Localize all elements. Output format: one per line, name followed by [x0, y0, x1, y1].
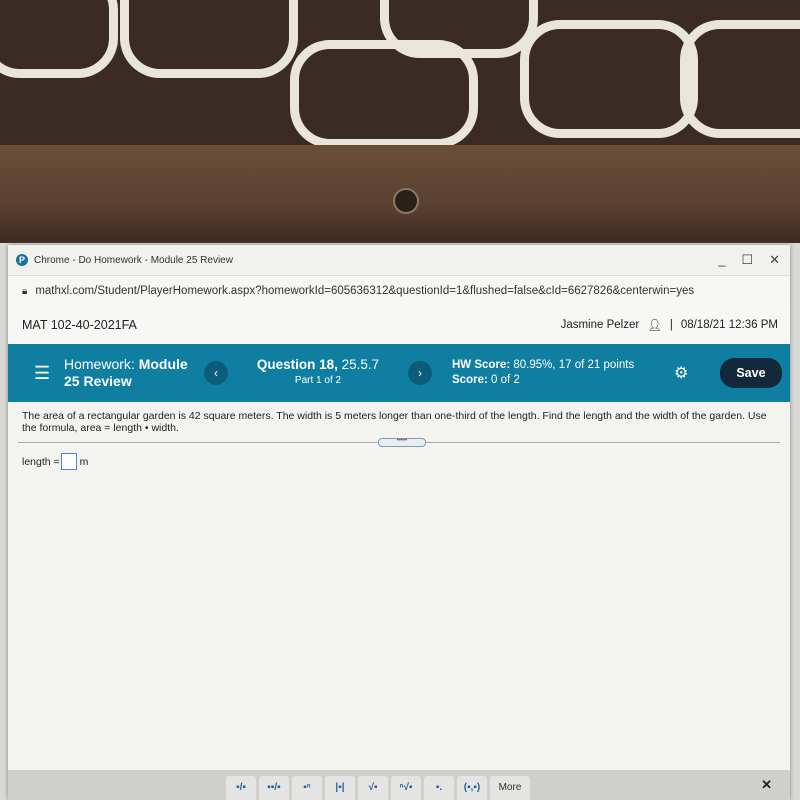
close-button[interactable]: ✕ — [769, 252, 780, 268]
length-input[interactable] — [60, 453, 77, 470]
lock-icon: 🔒︎ — [22, 285, 28, 297]
score-info: HW Score: 80.95%, 17 of 21 points Score:… — [452, 359, 635, 386]
question-text: The area of a rectangular garden is 42 s… — [22, 410, 767, 434]
title-bar: P Chrome - Do Homework - Module 25 Revie… — [8, 245, 790, 275]
datetime: 08/18/21 12:36 PM — [680, 319, 778, 331]
minimize-button[interactable]: _ — [718, 252, 725, 268]
part-indicator: Part 1 of 2 — [294, 375, 342, 386]
decimal-button[interactable]: ▪. — [424, 776, 454, 800]
webcam — [393, 188, 419, 214]
answer-row: length = m — [8, 443, 790, 470]
close-palette-icon[interactable]: ✕ — [761, 777, 772, 793]
laptop-bezel — [0, 145, 800, 245]
resize-handle[interactable]: ••••• — [378, 438, 426, 447]
more-button[interactable]: More — [490, 776, 530, 800]
homework-bar: ☰ Homework: Module 25 Review ‹ Question … — [8, 344, 790, 402]
mixed-number-button[interactable]: ▪▪/▪ — [259, 776, 289, 800]
background-fabric — [0, 0, 800, 150]
square-root-button[interactable]: √▪ — [358, 776, 388, 800]
next-question-button[interactable]: › — [408, 361, 432, 385]
nth-root-button[interactable]: ⁿ√▪ — [391, 776, 421, 800]
divider: ••••• — [18, 438, 780, 447]
separator: | — [669, 319, 673, 331]
question-info: Question 18, 25.5.7 Part 1 of 2 — [228, 357, 408, 389]
address-bar[interactable]: 🔒︎ mathxl.com/Student/PlayerHomework.asp… — [8, 275, 790, 306]
url-text[interactable]: mathxl.com/Student/PlayerHomework.aspx?h… — [35, 285, 694, 297]
user-name[interactable]: Jasmine Pelzer — [561, 319, 640, 331]
maximize-button[interactable]: ☐ — [741, 252, 753, 268]
hamburger-menu-icon[interactable]: ☰ — [34, 363, 64, 384]
fraction-button[interactable]: ▪/▪ — [226, 776, 256, 800]
math-palette: ▪/▪ ▪▪/▪ ▪ⁿ |▪| √▪ ⁿ√▪ ▪. (▪,▪) More ✕ — [8, 770, 790, 800]
course-name: MAT 102-40-2021FA — [22, 318, 137, 332]
pearson-logo-icon: P — [16, 254, 28, 266]
homework-title: Homework: Module 25 Review — [64, 356, 188, 389]
absolute-value-button[interactable]: |▪| — [325, 776, 355, 800]
exponent-button[interactable]: ▪ⁿ — [292, 776, 322, 800]
gear-icon[interactable]: ⚙ — [674, 363, 688, 383]
ordered-pair-button[interactable]: (▪,▪) — [457, 776, 487, 800]
save-button[interactable]: Save — [720, 358, 782, 388]
previous-question-button[interactable]: ‹ — [204, 361, 228, 385]
course-header: MAT 102-40-2021FA Jasmine Pelzer 👤︎ | 08… — [8, 306, 790, 344]
user-icon: 👤︎ — [647, 320, 662, 332]
unit-label: m — [79, 455, 89, 468]
question-area: The area of a rectangular garden is 42 s… — [8, 402, 790, 770]
browser-window: P Chrome - Do Homework - Module 25 Revie… — [8, 245, 790, 800]
window-title: Chrome - Do Homework - Module 25 Review — [34, 254, 233, 266]
answer-label: length = — [22, 455, 60, 468]
